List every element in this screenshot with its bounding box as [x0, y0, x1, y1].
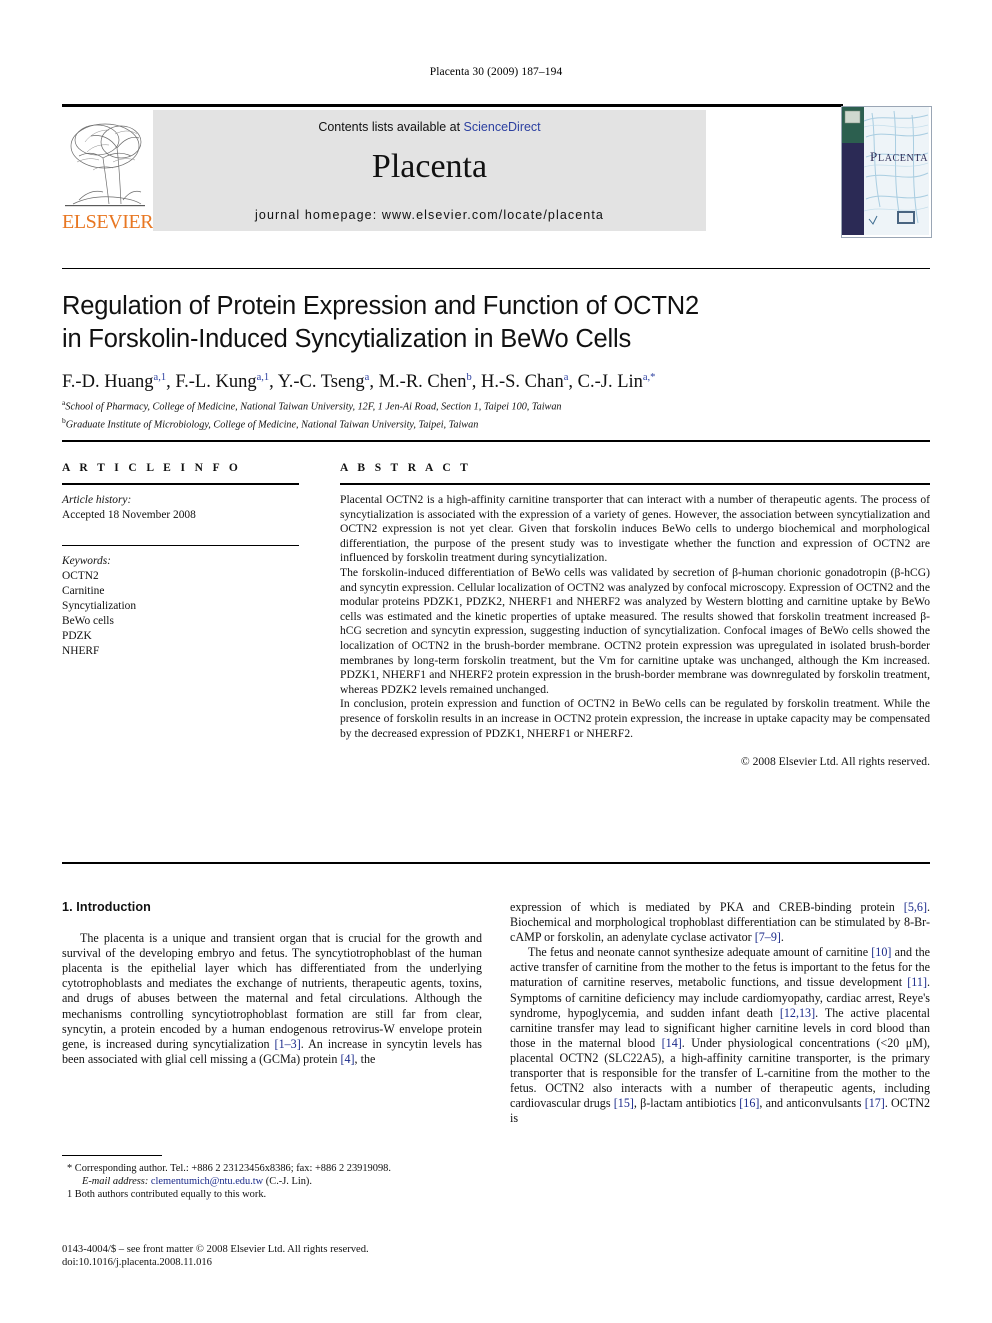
keywords-list: OCTN2 Carnitine Syncytialization BeWo cells… — [62, 569, 299, 659]
keyword-item: PDZK — [62, 630, 92, 642]
affiliation-text: Graduate Institute of Microbiology, Coll… — [65, 419, 479, 431]
author-affiliation-mark: a — [364, 372, 370, 383]
abstract-body: Placental OCTN2 is a high-affinity carni… — [340, 493, 930, 741]
citation-link[interactable]: [11] — [907, 975, 927, 989]
abstract-bottom-rule — [62, 862, 930, 864]
article-history-label: Article history: — [62, 494, 132, 506]
running-head: Placenta 30 (2009) 187–194 — [429, 66, 563, 78]
email-suffix: (C.-J. Lin). — [265, 1175, 312, 1187]
article-info-rule-1 — [62, 483, 299, 485]
colophon: 0143-4004/$ – see front matter © 2008 El… — [62, 1243, 492, 1270]
citation-link[interactable]: [16] — [739, 1096, 759, 1110]
section-heading-introduction: 1. Introduction — [62, 900, 151, 914]
colophon-issn-line: 0143-4004/$ – see front matter © 2008 El… — [62, 1244, 369, 1255]
footnote-block: * Corresponding author. Tel.: +886 2 231… — [62, 1155, 482, 1201]
journal-masthead: ELSEVIER Contents lists available at Sci… — [62, 104, 932, 238]
article-info-heading: A R T I C L E I N F O — [62, 462, 242, 474]
copyright-line: © 2008 Elsevier Ltd. All rights reserved… — [740, 755, 930, 769]
keyword-item: OCTN2 — [62, 570, 99, 582]
journal-homepage-link[interactable]: journal homepage: www.elsevier.com/locat… — [153, 208, 706, 222]
elsevier-wordmark: ELSEVIER — [62, 211, 154, 233]
affiliation-list: aSchool of Pharmacy, College of Medicine… — [62, 396, 922, 432]
author-list: F.-D. Huanga,1, F.-L. Kunga,1, Y.-C. Tse… — [62, 372, 656, 393]
colophon-doi-line: doi:10.1016/j.placenta.2008.11.016 — [62, 1257, 212, 1269]
article-info-rule-2 — [62, 545, 299, 546]
author-affiliation-mark: b — [466, 372, 472, 383]
equal-contribution-note: 1 Both authors contributed equally to th… — [67, 1188, 267, 1200]
abstract-paragraph: Placental OCTN2 is a high-affinity carni… — [340, 493, 930, 565]
journal-cover-thumbnail: P LACENTA — [841, 106, 932, 238]
contents-prefix: Contents lists available at — [318, 120, 464, 134]
page-title: Regulation of Protein Expression and Fun… — [62, 290, 882, 356]
intro-paragraph-right-1: expression of which is mediated by PKA a… — [510, 900, 930, 945]
masthead-top-rule — [62, 104, 843, 107]
sciencedirect-link[interactable]: ScienceDirect — [464, 120, 541, 134]
corresponding-author-note: * Corresponding author. Tel.: +886 2 231… — [67, 1163, 391, 1174]
email-label: E-mail address: — [82, 1175, 149, 1187]
svg-text:P: P — [870, 149, 878, 164]
article-title-line2: in Forskolin-Induced Syncytialization in… — [62, 325, 632, 353]
footnote-rule — [62, 1155, 162, 1156]
article-info-panel: A R T I C L E I N F O Article history: A… — [62, 462, 299, 659]
citation-link[interactable]: [1–3] — [275, 1037, 301, 1051]
journal-title: Placenta — [371, 148, 488, 185]
intro-paragraph-right-2: The fetus and neonate cannot synthesize … — [510, 945, 931, 1126]
keyword-item: Syncytialization — [62, 600, 137, 612]
author-name: M.-R. Chen — [378, 372, 467, 393]
affiliation-line: bGraduate Institute of Microbiology, Col… — [62, 414, 922, 432]
article-title-line1: Regulation of Protein Expression and Fun… — [62, 292, 699, 320]
affiliation-text: School of Pharmacy, College of Medicine,… — [65, 401, 562, 413]
elsevier-logo: ELSEVIER — [62, 110, 154, 236]
author-affiliation-mark: a,1 — [256, 372, 270, 383]
citation-link[interactable]: [12,13] — [780, 1006, 815, 1020]
masthead-center-panel: Contents lists available at ScienceDirec… — [153, 110, 706, 231]
abstract-rule — [340, 483, 930, 485]
contents-available-line: Contents lists available at ScienceDirec… — [153, 120, 706, 134]
citation-link[interactable]: [5,6] — [904, 900, 927, 914]
article-history-value: Accepted 18 November 2008 — [62, 509, 196, 521]
cover-art-svg: P LACENTA — [842, 107, 929, 235]
body-column-left: 1. Introduction The placenta is a unique… — [62, 900, 482, 1067]
author-name: C.-J. Lin — [577, 372, 643, 393]
abstract-heading: A B S T R A C T — [340, 462, 472, 474]
author-affiliation-mark: a — [563, 372, 569, 383]
author-affiliation-mark: a,* — [642, 372, 656, 383]
elsevier-tree-icon — [65, 112, 145, 210]
keyword-item: BeWo cells — [62, 615, 114, 627]
body-column-right: expression of which is mediated by PKA a… — [510, 900, 930, 1126]
keyword-item: Carnitine — [62, 585, 105, 597]
citation-link[interactable]: [15] — [614, 1096, 634, 1110]
abstract-paragraph: In conclusion, protein expression and fu… — [340, 697, 930, 740]
intro-paragraph-left: The placenta is a unique and transient o… — [62, 931, 482, 1066]
email-note: E-mail address: clementumich@ntu.edu.tw … — [62, 1176, 482, 1189]
article-page: Placenta 30 (2009) 187–194 ELSEVIER Cont… — [0, 0, 992, 1323]
svg-text:LACENTA: LACENTA — [878, 153, 928, 164]
email-link[interactable]: clementumich@ntu.edu.tw — [151, 1176, 263, 1187]
title-bottom-rule — [62, 440, 930, 442]
abstract-paragraph: The forskolin-induced differentiation of… — [340, 565, 930, 696]
author-name: F.-L. Kung — [175, 372, 257, 393]
citation-link[interactable]: [7–9] — [755, 930, 781, 944]
citation-link[interactable]: [4] — [340, 1052, 354, 1066]
citation-link[interactable]: [10] — [871, 945, 891, 959]
author-affiliation-mark: a,1 — [153, 372, 167, 383]
abstract-panel: A B S T R A C T Placental OCTN2 is a hig… — [340, 462, 930, 768]
keyword-item: NHERF — [62, 645, 100, 657]
author-name: Y.-C. Tseng — [277, 372, 365, 393]
title-top-rule — [62, 268, 930, 269]
tree-svg — [65, 112, 145, 210]
author-name: H.-S. Chan — [480, 372, 564, 393]
keywords-label: Keywords: — [62, 555, 111, 567]
citation-link[interactable]: [17] — [865, 1096, 885, 1110]
citation-link[interactable]: [14] — [662, 1036, 682, 1050]
author-name: F.-D. Huang — [62, 372, 154, 393]
affiliation-line: aSchool of Pharmacy, College of Medicine… — [62, 396, 922, 414]
